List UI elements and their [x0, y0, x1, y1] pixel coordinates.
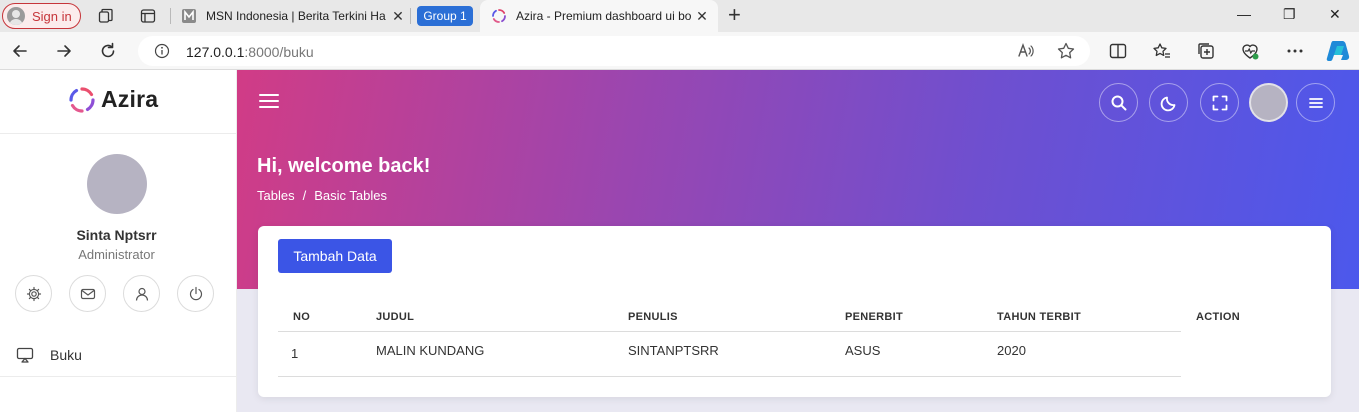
close-tab-icon[interactable]: ✕ — [694, 8, 710, 25]
tab-title: Azira - Premium dashboard ui bo — [516, 9, 692, 23]
sidebar-item-label: Buku — [50, 346, 82, 363]
sidebar-item-buku[interactable]: Buku — [0, 332, 237, 377]
user-icon — [135, 287, 148, 301]
browser-tab-bar: Sign in MSN Indonesia | Berita Terkini H… — [0, 0, 1359, 32]
azira-logo-icon — [69, 86, 95, 113]
workspaces-icon[interactable] — [98, 8, 114, 24]
breadcrumb-tables[interactable]: Tables — [257, 188, 295, 203]
site-info-icon[interactable] — [154, 43, 170, 59]
monitor-icon — [16, 347, 34, 363]
main-content: Hi, welcome back! Tables / Basic Tables … — [237, 70, 1359, 412]
azira-favicon-icon — [492, 9, 506, 23]
settings-button[interactable] — [15, 275, 52, 312]
column-header-no: NO — [293, 311, 311, 323]
add-data-button[interactable]: Tambah Data — [278, 239, 392, 273]
column-header-penulis: PENULIS — [628, 311, 678, 323]
fullscreen-icon — [1212, 95, 1227, 110]
cell-penerbit: ASUS — [845, 343, 881, 358]
tab-separator — [410, 8, 411, 24]
column-header-penerbit: PENERBIT — [845, 311, 904, 323]
sidebar-toggle-icon[interactable] — [259, 94, 279, 110]
moon-icon — [1160, 96, 1175, 111]
search-button[interactable] — [1099, 83, 1138, 122]
gear-icon — [26, 286, 41, 301]
tab-msn[interactable]: MSN Indonesia | Berita Terkini Ha ✕ — [182, 4, 406, 28]
read-aloud-icon[interactable] — [1016, 41, 1036, 61]
cell-judul: MALIN KUNDANG — [376, 343, 485, 358]
user-role: Administrator — [78, 247, 155, 262]
more-options-icon[interactable] — [1285, 41, 1305, 61]
brand-logo[interactable]: Azira — [69, 86, 158, 113]
search-icon — [1111, 95, 1126, 110]
cell-penulis: SINTANPTSRR — [628, 343, 719, 358]
sidebar: Azira Sinta Nptsrr Administrator Buku — [0, 70, 237, 412]
column-header-action: ACTION — [1196, 311, 1240, 323]
table-header-divider — [278, 331, 1181, 332]
messages-button[interactable] — [69, 275, 106, 312]
split-screen-icon[interactable] — [1108, 41, 1128, 61]
table-row-divider — [278, 376, 1181, 377]
url-field[interactable]: 127.0.0.1:8000/buku — [138, 36, 1090, 66]
breadcrumb-separator: / — [302, 188, 307, 203]
breadcrumb: Tables / Basic Tables — [257, 188, 387, 203]
profile-icon — [7, 7, 25, 25]
url-text: 127.0.0.1:8000/buku — [186, 44, 314, 60]
copilot-icon[interactable] — [1325, 38, 1351, 64]
column-header-tahun-terbit: TAHUN TERBIT — [997, 311, 1082, 323]
window-close-icon[interactable]: ✕ — [1329, 6, 1341, 23]
forward-icon[interactable] — [54, 41, 74, 61]
brand-name: Azira — [101, 86, 159, 112]
mail-icon — [80, 288, 95, 299]
collections-icon[interactable] — [1196, 41, 1216, 61]
table-card: Tambah Data NO JUDUL PENULIS PENERBIT TA… — [258, 226, 1331, 397]
browser-address-bar: 127.0.0.1:8000/buku — [0, 32, 1359, 70]
power-icon — [189, 286, 202, 300]
browser-essentials-icon[interactable] — [1240, 41, 1260, 61]
tab-title: MSN Indonesia | Berita Terkini Ha — [206, 9, 386, 23]
tab-group-chip[interactable]: Group 1 — [417, 6, 473, 26]
favorites-list-icon[interactable] — [1152, 41, 1172, 61]
profile-button[interactable] — [123, 275, 160, 312]
sign-in-label: Sign in — [32, 8, 72, 24]
user-avatar[interactable] — [87, 154, 147, 214]
page-title: Hi, welcome back! — [257, 155, 431, 177]
header-menu-button[interactable] — [1296, 83, 1335, 122]
favorite-star-icon[interactable] — [1056, 41, 1076, 61]
cell-tahun-terbit: 2020 — [997, 343, 1026, 358]
dark-mode-button[interactable] — [1149, 83, 1188, 122]
divider — [0, 133, 237, 134]
sign-in-button[interactable]: Sign in — [2, 3, 81, 29]
restore-icon[interactable]: ❐ — [1283, 6, 1296, 23]
menu-icon — [1308, 97, 1323, 108]
breadcrumb-basic-tables: Basic Tables — [314, 188, 387, 203]
cell-no: 1 — [291, 346, 299, 361]
user-name: Sinta Nptsrr — [76, 227, 157, 243]
divider — [0, 376, 237, 377]
back-icon[interactable] — [10, 41, 30, 61]
logout-button[interactable] — [177, 275, 214, 312]
tab-azira[interactable]: Azira - Premium dashboard ui bo ✕ — [480, 0, 718, 32]
tab-separator — [170, 8, 171, 24]
tab-actions-icon[interactable] — [140, 8, 156, 24]
msn-favicon-icon — [182, 9, 196, 23]
header-avatar[interactable] — [1249, 83, 1288, 122]
minimize-icon[interactable]: — — [1237, 6, 1251, 22]
column-header-judul: JUDUL — [376, 311, 415, 323]
fullscreen-button[interactable] — [1200, 83, 1239, 122]
reload-icon[interactable] — [98, 41, 118, 61]
new-tab-button[interactable]: + — [728, 4, 741, 26]
close-tab-icon[interactable]: ✕ — [390, 8, 406, 25]
